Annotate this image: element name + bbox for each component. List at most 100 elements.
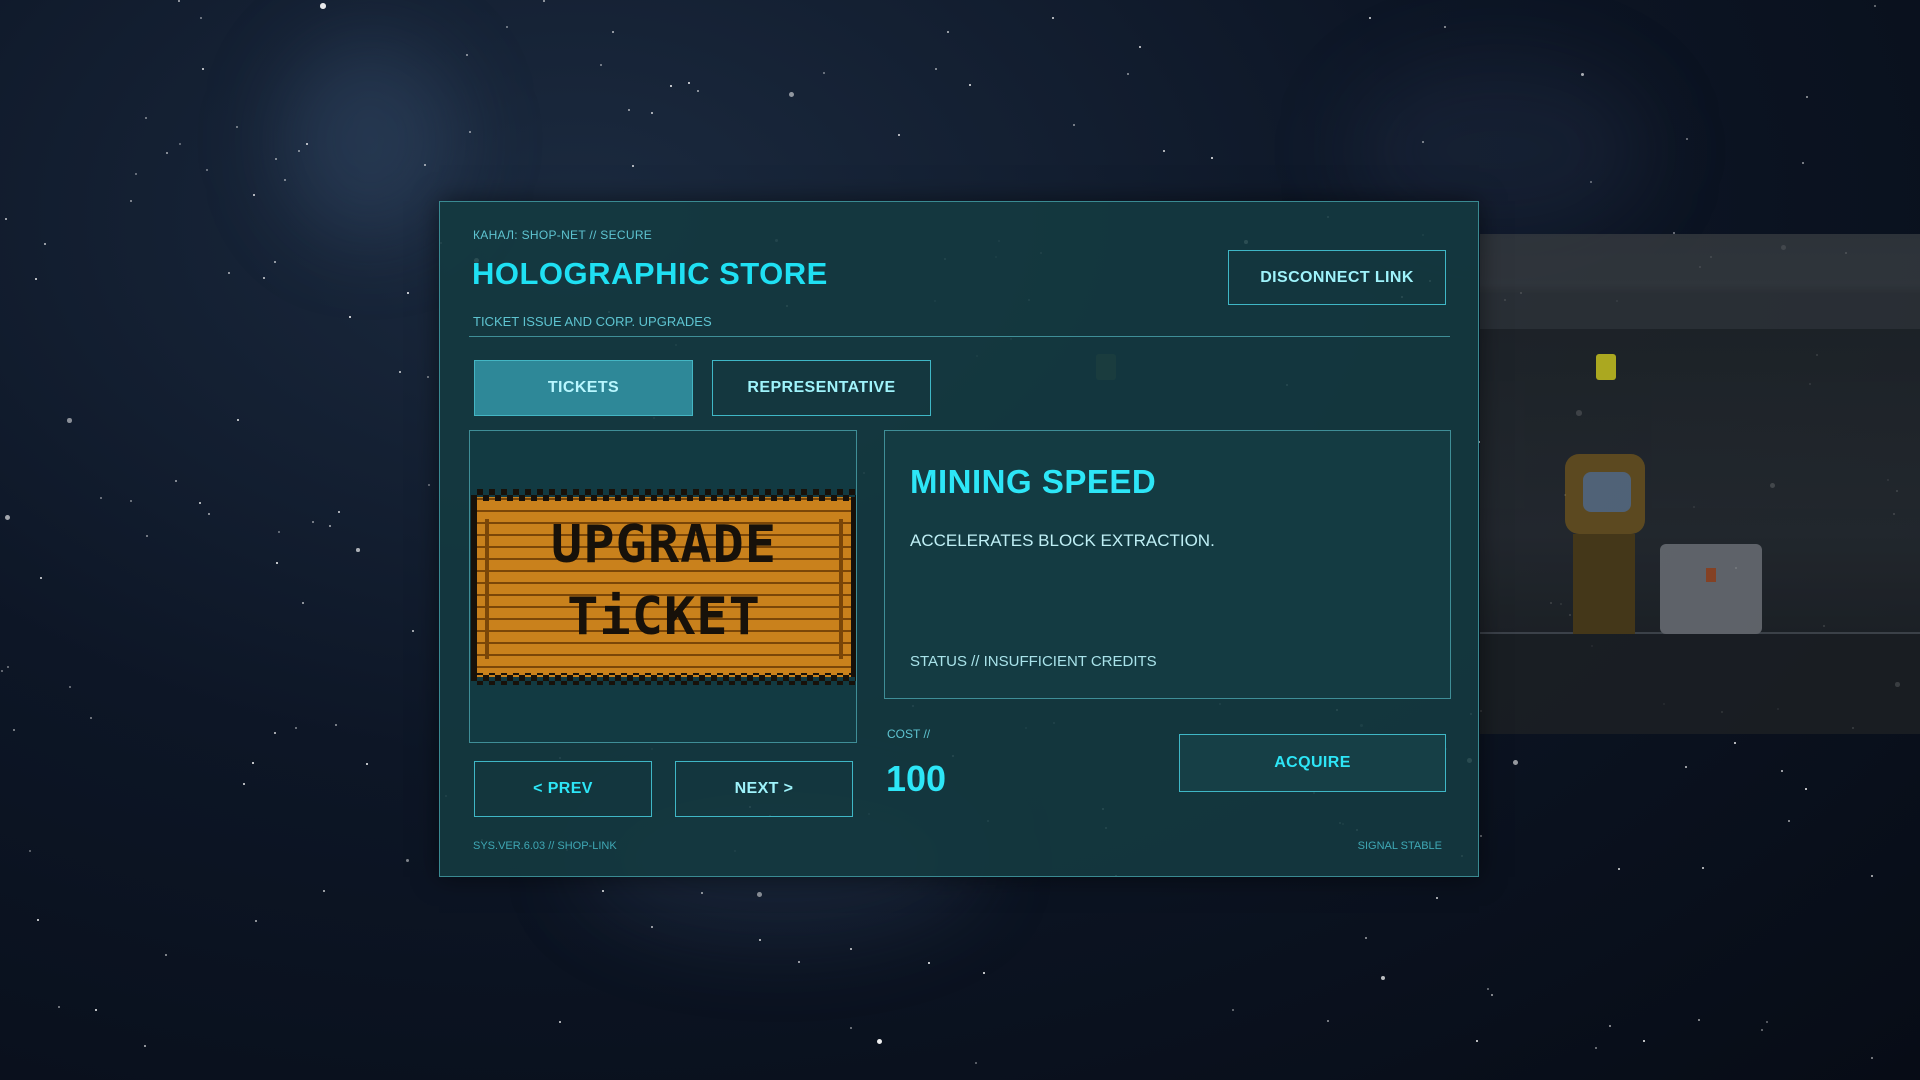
star <box>399 371 401 373</box>
star <box>975 1062 977 1064</box>
star <box>1 670 3 672</box>
star <box>543 0 545 2</box>
star <box>877 1039 883 1045</box>
star <box>67 418 72 423</box>
star <box>349 316 351 318</box>
star <box>175 480 177 482</box>
cost-value: 100 <box>886 758 947 799</box>
disconnect-link-button[interactable]: DISCONNECT LINK <box>1228 250 1446 305</box>
star <box>356 548 360 552</box>
star <box>1802 162 1804 164</box>
star <box>1491 994 1493 996</box>
star <box>145 117 147 119</box>
star <box>688 82 690 84</box>
star <box>1766 1021 1768 1023</box>
star <box>670 85 672 87</box>
star <box>284 179 286 181</box>
star <box>1444 26 1446 28</box>
star <box>130 500 132 502</box>
star <box>651 112 653 114</box>
item-info-box: MINING SPEED ACCELERATES BLOCK EXTRACTIO… <box>884 430 1451 699</box>
star <box>1781 770 1783 772</box>
star <box>1369 17 1371 19</box>
astronaut-character <box>1565 454 1645 634</box>
page-subtitle: TICKET ISSUE AND CORP. UPGRADES <box>473 314 712 329</box>
star <box>200 17 202 19</box>
star <box>651 926 653 928</box>
star <box>559 1021 561 1023</box>
star <box>406 859 410 863</box>
star <box>632 165 634 167</box>
star <box>338 511 340 513</box>
star <box>302 602 304 604</box>
prev-button[interactable]: < PREV <box>474 761 652 817</box>
star <box>29 850 31 852</box>
star <box>179 143 181 145</box>
star <box>898 134 900 136</box>
star <box>1073 124 1075 126</box>
signal-status: SIGNAL STABLE <box>1357 840 1442 852</box>
star <box>612 31 614 33</box>
star <box>263 277 265 279</box>
star <box>95 1009 97 1011</box>
star <box>424 164 426 166</box>
star <box>823 72 825 74</box>
star <box>35 278 37 280</box>
star <box>600 64 602 66</box>
star <box>166 152 168 154</box>
star <box>469 131 471 133</box>
star <box>412 630 414 632</box>
star <box>58 1006 60 1008</box>
star <box>243 783 245 785</box>
star <box>428 484 430 486</box>
star <box>850 948 852 950</box>
star <box>1609 1025 1611 1027</box>
star <box>40 577 42 579</box>
star <box>320 3 326 9</box>
star <box>1232 1009 1234 1011</box>
star <box>701 892 703 894</box>
star <box>969 84 971 86</box>
lamp-icon <box>1596 354 1616 380</box>
star <box>427 376 429 378</box>
acquire-button[interactable]: ACQUIRE <box>1179 734 1446 792</box>
star <box>1127 73 1129 75</box>
item-name: MINING SPEED <box>910 463 1157 500</box>
star <box>295 727 297 729</box>
star <box>5 515 10 520</box>
star <box>1871 875 1873 877</box>
star <box>1513 760 1518 765</box>
star <box>90 717 92 719</box>
ticket-text-line2: TiCKET <box>567 587 761 647</box>
star <box>274 732 276 734</box>
star <box>366 763 368 765</box>
star <box>757 892 762 897</box>
star <box>1476 1040 1478 1042</box>
star <box>199 502 201 504</box>
next-button[interactable]: NEXT > <box>675 761 853 817</box>
star <box>135 173 137 175</box>
star <box>1139 46 1141 48</box>
star <box>329 525 331 527</box>
tab-representative[interactable]: REPRESENTATIVE <box>712 360 931 416</box>
upgrade-ticket-image: UPGRADE TiCKET <box>471 489 856 685</box>
star <box>983 972 985 974</box>
header-divider <box>469 336 1450 337</box>
star <box>1163 150 1165 152</box>
item-status: STATUS // INSUFFICIENT CREDITS <box>910 653 1157 670</box>
star <box>1480 835 1482 837</box>
star <box>798 961 800 963</box>
star <box>298 150 300 152</box>
star <box>7 666 9 668</box>
star <box>602 890 604 892</box>
star <box>1685 766 1687 768</box>
star <box>144 1045 146 1047</box>
tab-tickets[interactable]: TICKETS <box>474 360 693 416</box>
star <box>850 1027 852 1029</box>
star <box>1436 897 1438 899</box>
star <box>1595 1047 1597 1049</box>
star <box>1422 141 1424 143</box>
star <box>1381 976 1386 981</box>
star <box>276 562 278 564</box>
star <box>44 243 46 245</box>
